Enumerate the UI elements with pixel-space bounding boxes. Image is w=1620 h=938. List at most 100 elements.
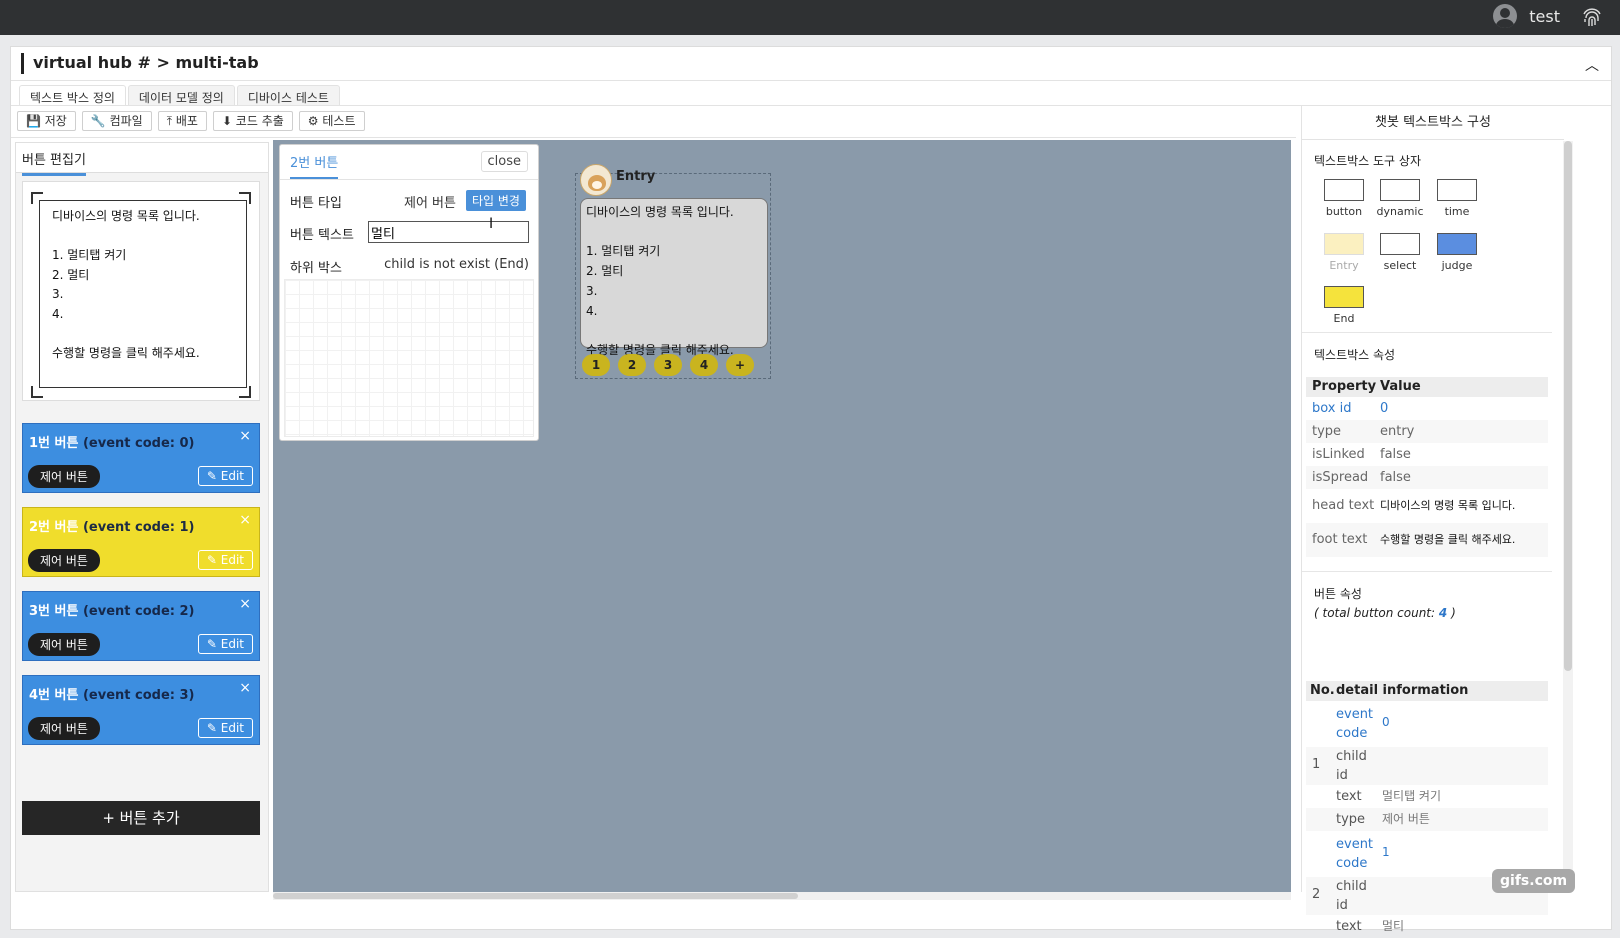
remove-button-icon[interactable]: × [239,512,251,528]
user-avatar-icon [1493,4,1518,28]
remove-button-icon[interactable]: × [239,428,251,444]
child-box-grid [284,279,534,437]
edit-button[interactable]: ✎ Edit [197,718,253,738]
tool-label: Entry [1329,259,1359,272]
tool-label: button [1325,205,1363,218]
editor-divider [280,179,538,180]
button-type-value: 제어 버튼 [404,196,456,211]
button-type-badge: 제어 버튼 [28,633,100,656]
username: test [1529,6,1560,26]
node-button-1[interactable]: 1 [582,354,610,376]
change-type-button[interactable]: 타입 변경 [466,190,526,211]
button-type-badge: 제어 버튼 [28,717,100,740]
scrollbar-thumb[interactable] [273,893,798,899]
details-header: No. detail information [1306,681,1548,701]
edit-button[interactable]: ✎ Edit [197,634,253,654]
section-divider [1302,571,1552,572]
button-type-label: 버튼 타입 [290,196,342,211]
toolbox-title: 텍스트박스 도구 상자 [1314,154,1421,168]
compile-button[interactable]: 🔧 컴파일 [81,111,152,131]
properties-table: Property Value box id 0 type entry isLinke… [1306,377,1548,557]
tool-judge[interactable] [1437,233,1477,255]
button-property-editor: 2번 버튼 close 버튼 타입 제어 버튼 타입 변경 버튼 텍스트 하위 … [279,144,539,441]
window-title: virtual hub # > multi-tab [33,53,259,72]
window-titlebar: virtual hub # > multi-tab ︿ [11,47,1611,81]
section-divider [1302,332,1552,333]
tool-label: dynamic [1376,205,1424,218]
node-button-3[interactable]: 3 [654,354,682,376]
button-text-input[interactable] [368,221,529,243]
button-card-2[interactable]: 2번 버튼 (event code: 1) × 제어 버튼 ✎ Edit [22,507,260,577]
button-editor-header: 버튼 편집기 [16,143,268,176]
textbox-preview: 디바이스의 명령 목록 입니다. 1. 멀티탭 켜기 2. 멀티 3. 4. 수… [22,181,260,401]
panel-title: 챗봇 텍스트박스 구성 [1302,106,1564,140]
button-type-badge: 제어 버튼 [28,549,100,572]
tool-label: judge [1441,259,1473,272]
top-bar: test [0,0,1620,35]
fingerprint-icon[interactable] [1580,5,1604,29]
button-card-1[interactable]: 1번 버튼 (event code: 0) × 제어 버튼 ✎ Edit [22,423,260,493]
button-text-label: 버튼 텍스트 [290,228,354,243]
remove-button-icon[interactable]: × [239,596,251,612]
close-button[interactable]: close [480,151,528,172]
deploy-button[interactable]: ⤒ 배포 [157,111,207,131]
editor-window: virtual hub # > multi-tab ︿ 텍스트 박스 정의 데이… [10,46,1612,934]
child-box-value: child is not exist (End) [384,257,529,272]
export-code-button[interactable]: ⬇ 코드 추출 [212,111,293,131]
tab-textbox-definition[interactable]: 텍스트 박스 정의 [19,85,126,105]
button-card-title: 4번 버튼 (event code: 3) [29,688,195,703]
child-box-label: 하위 박스 [290,261,342,276]
tool-time[interactable] [1437,179,1477,201]
node-button-2[interactable]: 2 [618,354,646,376]
text-cursor-icon: I [489,216,494,232]
property-row: isSpread false [1306,466,1548,489]
node-buttons: 1 2 3 4 + [582,354,754,376]
edit-button[interactable]: ✎ Edit [197,466,253,486]
canvas-horizontal-scrollbar[interactable] [273,892,1291,900]
property-row: isLinked false [1312,447,1411,462]
panel-vertical-scrollbar[interactable] [1563,141,1573,892]
title-accent-bar [21,53,24,74]
entry-node[interactable]: Entry 디바이스의 명령 목록 입니다. 1. 멀티탭 켜기 2. 멀티 3… [575,164,771,379]
tool-select[interactable] [1380,233,1420,255]
property-row: box id 0 [1312,401,1389,416]
tool-end[interactable] [1324,286,1364,308]
tool-button[interactable] [1324,179,1364,201]
tool-label: select [1383,259,1417,272]
save-button[interactable]: 💾 저장 [17,111,76,131]
button-editor-panel: 버튼 편집기 디바이스의 명령 목록 입니다. 1. 멀티탭 켜기 2. 멀티 … [15,142,269,892]
node-button-4[interactable]: 4 [690,354,718,376]
toolbar-divider [11,137,1296,138]
add-node-button[interactable]: + [726,354,754,376]
button-card-title: 2번 버튼 (event code: 1) [29,520,195,535]
watermark: gifs.com [1492,869,1576,893]
add-button-button[interactable]: + 버튼 추가 [22,801,260,835]
dog-avatar-icon [580,164,612,196]
tool-label: End [1333,312,1355,325]
detail-row-1: event code 0 1 child id text 멀티탭 켜기 type 제어 … [1306,705,1548,831]
property-row: foot text 수행할 명령을 클릭 해주세요. [1306,523,1548,557]
button-card-4[interactable]: 4번 버튼 (event code: 3) × 제어 버튼 ✎ Edit [22,675,260,745]
tool-entry [1324,233,1364,255]
button-properties-title: 버튼 속성 [1314,587,1362,601]
editor-tab[interactable]: 2번 버튼 [290,152,339,180]
properties-title: 텍스트박스 속성 [1314,348,1396,362]
remove-button-icon[interactable]: × [239,680,251,696]
toolbar: 💾 저장 🔧 컴파일 ⤒ 배포 ⬇ 코드 추출 ⚙ 테스트 [17,111,365,131]
test-button[interactable]: ⚙ 테스트 [298,111,365,131]
collapse-chevron-icon[interactable]: ︿ [1585,55,1599,75]
tool-label: time [1444,205,1470,218]
edit-button[interactable]: ✎ Edit [197,550,253,570]
button-card-3[interactable]: 3번 버튼 (event code: 2) × 제어 버튼 ✎ Edit [22,591,260,661]
tab-data-model-definition[interactable]: 데이터 모델 정의 [127,85,235,105]
property-row: type entry [1306,420,1548,443]
button-type-badge: 제어 버튼 [28,465,100,488]
scrollbar-thumb[interactable] [1564,141,1572,671]
tool-dynamic[interactable] [1380,179,1420,201]
user-menu[interactable]: test [1493,4,1560,28]
button-card-title: 1번 버튼 (event code: 0) [29,436,195,451]
tab-device-test[interactable]: 디바이스 테스트 [236,85,340,105]
properties-header: Property Value [1306,377,1548,397]
node-message: 디바이스의 명령 목록 입니다. 1. 멀티탭 켜기 2. 멀티 3. 4. 수… [580,198,768,357]
button-editor-title: 버튼 편집기 [22,149,86,176]
